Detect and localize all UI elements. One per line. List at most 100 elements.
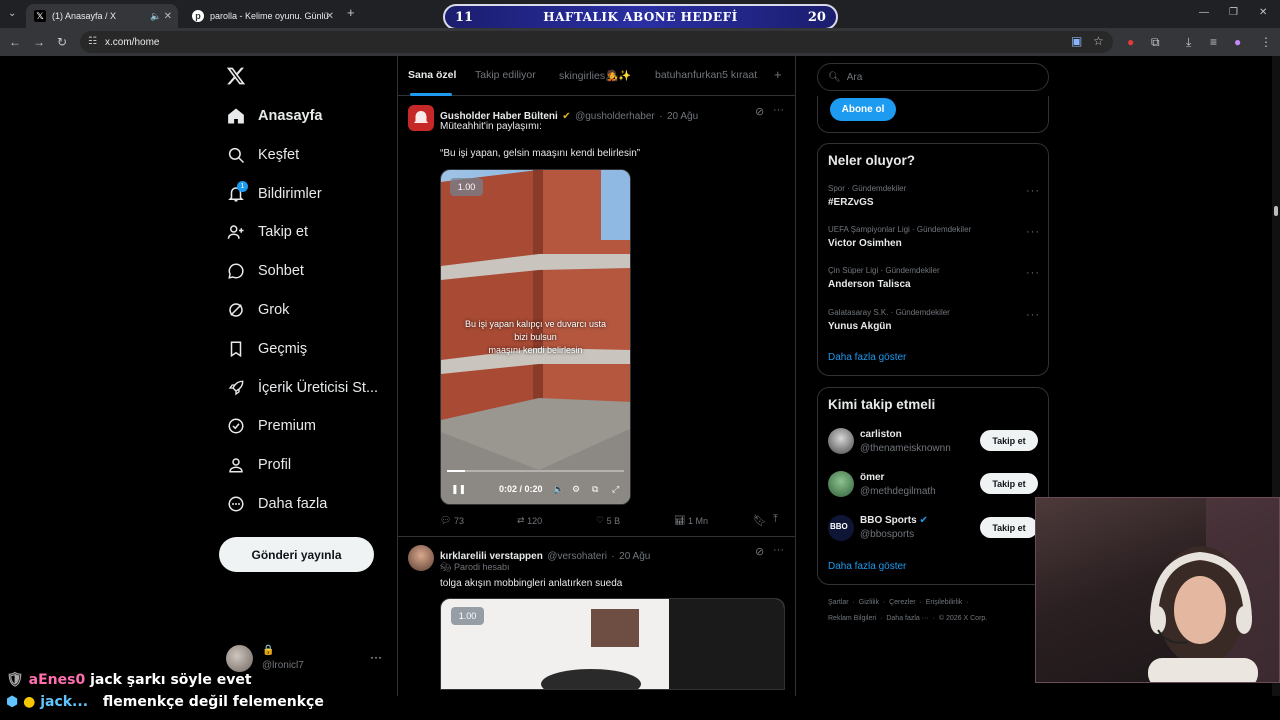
who-show-more-link[interactable]: Daha fazla göster	[828, 561, 906, 572]
post-button[interactable]: Gönderi yayınla	[219, 537, 374, 572]
tweet-date[interactable]: 20 Ağu	[619, 551, 650, 562]
repost-button[interactable]: ⇄ 120	[517, 515, 542, 526]
close-window-icon[interactable]: ✕	[1259, 7, 1267, 19]
suggested-user-name[interactable]: carliston	[860, 429, 902, 440]
translate-icon[interactable]: ▣	[1071, 35, 1082, 47]
footer-links: Şartlar · Gizlilik · Çerezler · Erişileb…	[828, 599, 969, 606]
trend-item[interactable]: Galatasaray S.K. · Gündemdekiler Yunus Ak…	[828, 308, 950, 332]
profile-avatar-icon[interactable]: ●	[1234, 36, 1241, 48]
tweet-avatar[interactable]	[408, 545, 434, 571]
profile-icon	[226, 455, 246, 475]
video-progress-bar[interactable]	[447, 470, 624, 472]
tweet-more-icon[interactable]: ···	[773, 544, 784, 556]
nav-item-geçmiş[interactable]: Geçmiş	[226, 335, 307, 363]
nav-item-premium[interactable]: Premium	[226, 412, 316, 440]
pip-icon[interactable]: ⧉	[592, 484, 598, 495]
nav-item-keşfet[interactable]: Keşfet	[226, 141, 299, 169]
nav-item-bildirimler[interactable]: 1 Bildirimler	[226, 180, 322, 208]
trend-more-icon[interactable]: ···	[1026, 185, 1040, 197]
reload-icon[interactable]: ↻	[57, 36, 67, 48]
extensions-icon[interactable]: ⧉	[1151, 36, 1160, 48]
tweet-video[interactable]: 1.00	[440, 598, 785, 690]
share-icon[interactable]: ⤒	[773, 513, 778, 526]
back-icon[interactable]: ←	[9, 36, 21, 48]
tab-for-you[interactable]: Sana özel	[408, 69, 456, 81]
x-logo[interactable]	[226, 66, 246, 86]
close-tab-icon[interactable]: ✕	[326, 11, 334, 22]
follow-button[interactable]: Takip et	[980, 473, 1038, 494]
forward-icon[interactable]: →	[33, 36, 45, 48]
minimize-icon[interactable]: —	[1199, 7, 1209, 19]
video-frame-image	[541, 669, 641, 689]
browser-menu-icon[interactable]: ⋮	[1260, 36, 1272, 48]
tweet-handle[interactable]: @versohateri	[547, 551, 607, 562]
nav-item-i-çerik-üreticisi-st[interactable]: İçerik Üreticisi St...	[226, 374, 378, 402]
extension-record-icon[interactable]: ●	[1127, 36, 1134, 48]
new-tab-icon[interactable]: +	[347, 6, 355, 19]
user-avatar[interactable]: BBO	[828, 515, 854, 541]
add-tab-icon[interactable]: +	[774, 67, 782, 82]
pause-icon[interactable]: ❚❚	[451, 484, 466, 495]
nav-item-anasayfa[interactable]: Anasayfa	[226, 102, 322, 130]
bookmark-star-icon[interactable]: ☆	[1093, 35, 1104, 47]
audio-icon[interactable]: 🔈	[150, 10, 161, 22]
views-button[interactable]: 📊︎ 1 Mn	[674, 515, 708, 526]
subscribe-button[interactable]: Abone ol	[830, 98, 896, 121]
trend-more-icon[interactable]: ···	[1026, 267, 1040, 279]
suggested-user-handle: @thenameisknownn	[860, 443, 951, 454]
close-tab-icon[interactable]: ✕	[164, 11, 172, 22]
grok-icon[interactable]: ⊘	[755, 545, 764, 558]
home-icon	[226, 106, 246, 126]
nav-item-grok[interactable]: Grok	[226, 296, 289, 324]
trend-item[interactable]: UEFA Şampiyonlar Ligi · Gündemdekiler Vic…	[828, 225, 971, 249]
account-menu-icon[interactable]: ···	[370, 650, 382, 664]
tab-list-skingirlies[interactable]: skingirlies🧑‍🎤✨	[559, 69, 631, 82]
bookmark-icon[interactable]: 🔖︎	[753, 514, 767, 527]
download-icon[interactable]: ⤓	[1186, 36, 1191, 48]
volume-icon[interactable]: 🔈	[553, 484, 564, 495]
media-control-icon[interactable]: ≡	[1210, 36, 1217, 48]
site-info-icon[interactable]: ☷	[88, 36, 97, 48]
tweet-author-name[interactable]: kırklarelili verstappen	[440, 551, 543, 562]
trend-item[interactable]: Spor · Gündemdekiler #ERZvGS	[828, 184, 906, 208]
tweet-more-icon[interactable]: ···	[773, 104, 784, 116]
search-input[interactable]: 🔍︎ Ara	[817, 63, 1049, 91]
account-avatar[interactable]	[226, 645, 253, 672]
tab-list-batuhanfurkan[interactable]: batuhanfurkan5 kıraat	[655, 69, 757, 81]
browser-tab-x[interactable]: 𝕏 (1) Anasayfa / X 🔈 ✕	[26, 4, 178, 28]
like-button[interactable]: ♡ 5 B	[596, 515, 620, 526]
suggested-user-name[interactable]: BBO Sports ✔	[860, 515, 928, 526]
suggested-user-name[interactable]: ömer	[860, 472, 884, 483]
tab-search-icon[interactable]: ⌄	[8, 8, 16, 20]
tweet-date[interactable]: 20 Ağu	[667, 111, 698, 122]
follow-button[interactable]: Takip et	[980, 430, 1038, 451]
trend-more-icon[interactable]: ···	[1026, 309, 1040, 321]
trend-more-icon[interactable]: ···	[1026, 226, 1040, 238]
scrollbar-thumb[interactable]	[1274, 206, 1278, 216]
settings-icon[interactable]: ⚙	[572, 484, 580, 495]
nav-item-takip-et[interactable]: Takip et	[226, 218, 308, 246]
tweet-avatar[interactable]	[408, 105, 434, 131]
tab-following[interactable]: Takip ediliyor	[475, 69, 536, 81]
maximize-icon[interactable]: ❐	[1229, 7, 1238, 19]
grok-icon[interactable]: ⊘	[755, 105, 764, 118]
nav-item-profil[interactable]: Profil	[226, 451, 291, 479]
user-avatar[interactable]	[828, 471, 854, 497]
tweet-video[interactable]: 1.00 Bu işi yapan kalıpçı ve duvarcı ust…	[440, 169, 631, 505]
user-avatar[interactable]	[828, 428, 854, 454]
fullscreen-icon[interactable]: ⤢	[612, 484, 619, 495]
nav-item-daha-fazla[interactable]: Daha fazla	[226, 490, 327, 518]
tweet-handle[interactable]: @gusholderhaber	[575, 111, 655, 122]
nav-item-label: Keşfet	[258, 147, 300, 163]
trend-item[interactable]: Çin Süper Ligi · Gündemdekiler Anderson T…	[828, 266, 940, 290]
address-bar[interactable]: ☷ x.com/home ▣ ☆	[80, 31, 1113, 53]
follow-button[interactable]: Takip et	[980, 517, 1038, 538]
reply-button[interactable]: 💬︎ 73	[440, 515, 464, 526]
nav-item-label: Profil	[258, 457, 292, 473]
trends-show-more-link[interactable]: Daha fazla göster	[828, 352, 906, 363]
playback-speed-badge[interactable]: 1.00	[451, 607, 484, 625]
playback-speed-badge[interactable]: 1.00	[450, 178, 483, 196]
nav-item-sohbet[interactable]: Sohbet	[226, 257, 304, 285]
browser-tab-parolla[interactable]: p parolla - Kelime oyunu. Günlük ✕	[184, 4, 340, 28]
bbo-logo-icon: BBO	[830, 522, 848, 531]
